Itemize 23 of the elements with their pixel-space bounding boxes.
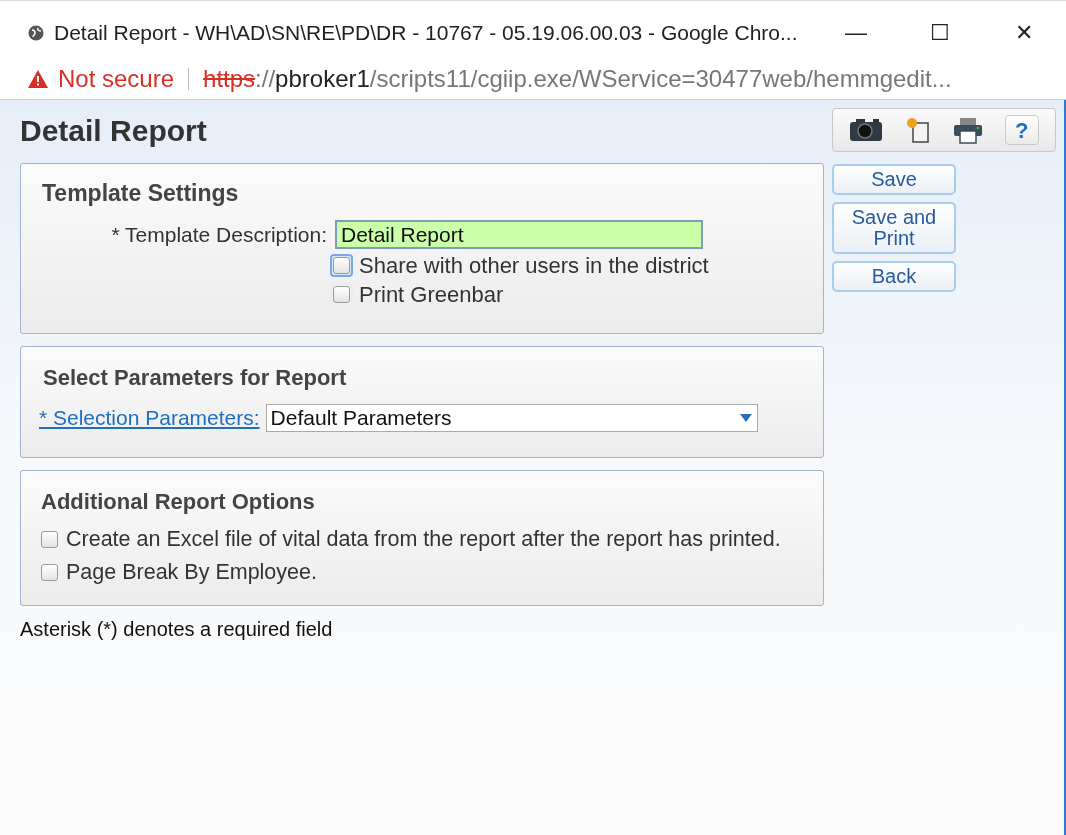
help-button[interactable]: ?	[1004, 115, 1039, 145]
checkbox-label: Print Greenbar	[359, 281, 504, 308]
section-heading: Select Parameters for Report	[43, 364, 348, 392]
template-description-field[interactable]: Detail Report	[335, 219, 703, 249]
action-button[interactable]: Save and Print	[832, 202, 956, 254]
url-text: https://pbroker1/scripts11/cgiip.exe/WService=30477web/hemmgedit...	[203, 63, 952, 94]
field-label: * Template Description:	[110, 221, 328, 248]
selection-parameters-link[interactable]: * Selection Parameters:	[39, 402, 260, 434]
checkbox-label: Share with other users in the district	[359, 252, 709, 279]
section-heading: Additional Report Options	[41, 488, 316, 516]
section-heading: Template Settings	[42, 179, 240, 208]
action-button[interactable]: Save	[832, 164, 956, 195]
page-title: Detail Report	[20, 113, 207, 149]
window-control[interactable]: ☐	[898, 16, 982, 49]
window-title: Detail Report - WH\AD\SN\RE\PD\DR - 10767 - 05.19.06.00.03 - Google Chro...	[54, 19, 798, 46]
checkbox-label: Create an Excel file of vital data from the report after the report has printed.	[66, 526, 781, 553]
checkbox-label: Page Break By Employee.	[66, 559, 317, 586]
window-control[interactable]: ✕	[982, 16, 1066, 49]
footnote: Asterisk (*) denotes a required field	[20, 617, 334, 642]
security-status: Not secure	[58, 63, 175, 94]
selection-parameters-dropdown[interactable]: Default Parameters	[265, 403, 758, 432]
window-control[interactable]: —	[814, 16, 898, 49]
action-button[interactable]: Back	[832, 261, 956, 292]
